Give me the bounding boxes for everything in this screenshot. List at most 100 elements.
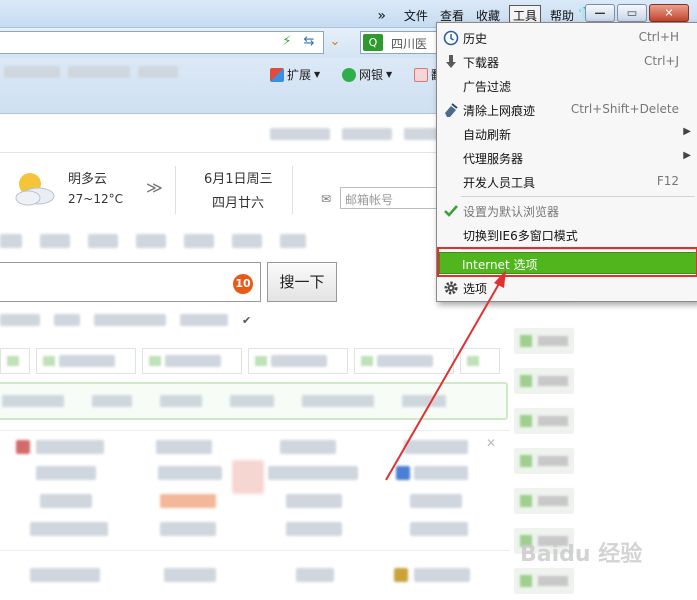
category-tab[interactable] — [280, 234, 306, 248]
category-tab[interactable] — [232, 234, 262, 248]
featured-link[interactable] — [302, 395, 374, 407]
hot-search-link[interactable] — [180, 314, 228, 326]
site-link[interactable] — [280, 440, 336, 454]
site-link[interactable] — [40, 494, 92, 508]
category-tab[interactable] — [184, 234, 214, 248]
sidebar-item[interactable] — [514, 488, 574, 514]
site-category[interactable] — [142, 348, 242, 374]
menu-item-history[interactable]: 历史 Ctrl+H — [437, 26, 697, 50]
sidebar-item[interactable] — [514, 448, 574, 474]
site-category[interactable] — [460, 348, 500, 374]
web-search-input[interactable] — [0, 262, 261, 302]
site-link[interactable] — [414, 466, 468, 480]
window-controls: — ▭ ✕ — [585, 4, 689, 22]
site-category[interactable] — [248, 348, 348, 374]
site-link[interactable] — [414, 568, 470, 582]
hot-search-link[interactable] — [94, 314, 166, 326]
extensions-button[interactable]: 扩展 ▼ — [270, 66, 320, 83]
hot-search-link[interactable] — [54, 314, 80, 326]
menu-item-label: 开发人员工具 — [463, 176, 536, 190]
menu-separator — [461, 196, 695, 197]
site-category[interactable] — [354, 348, 454, 374]
search-button[interactable]: 搜一下 — [267, 262, 337, 302]
sidebar-item[interactable] — [514, 568, 574, 594]
menu-overflow-button[interactable]: » — [374, 7, 387, 25]
email-account-field[interactable]: 邮箱帐号 — [340, 187, 440, 209]
site-link[interactable] — [410, 494, 462, 508]
chevron-down-icon: ▼ — [386, 70, 393, 79]
category-icon — [467, 356, 479, 366]
category-label — [165, 355, 221, 367]
sidebar-item-icon — [520, 335, 532, 347]
site-promo-image[interactable] — [232, 460, 264, 494]
featured-link[interactable] — [2, 395, 64, 407]
site-link[interactable] — [410, 522, 468, 536]
category-tab[interactable] — [88, 234, 118, 248]
category-tab[interactable] — [0, 234, 22, 248]
site-link[interactable] — [36, 440, 104, 454]
checkmark-icon — [444, 205, 458, 217]
site-link[interactable] — [286, 494, 342, 508]
hot-search-link[interactable] — [0, 314, 40, 326]
site-favicon — [394, 568, 408, 582]
featured-link[interactable] — [402, 395, 446, 407]
site-link[interactable] — [296, 568, 334, 582]
refresh-icon[interactable]: ⇆ — [300, 33, 318, 51]
favorite-item[interactable] — [68, 66, 130, 78]
menu-item-proxy-server[interactable]: 代理服务器 ▶ — [437, 146, 697, 170]
lightning-icon[interactable]: ⚡ — [278, 33, 296, 51]
site-link[interactable] — [36, 466, 96, 480]
sidebar-item-icon — [520, 455, 532, 467]
favorite-item[interactable] — [4, 66, 60, 78]
top-link[interactable] — [341, 128, 392, 140]
category-tab[interactable] — [40, 234, 70, 248]
sidebar-item[interactable] — [514, 408, 574, 434]
site-link[interactable] — [158, 466, 222, 480]
site-link[interactable] — [156, 440, 212, 454]
favorite-item[interactable] — [138, 66, 178, 78]
sidebar-item[interactable] — [514, 328, 574, 354]
site-link[interactable] — [30, 522, 108, 536]
menu-item-switch-ie6-mode[interactable]: 切换到IE6多窗口模式 — [437, 223, 697, 247]
menu-item-dev-tools[interactable]: 开发人员工具 F12 — [437, 170, 697, 194]
site-link[interactable] — [268, 466, 358, 480]
menu-item-ad-filter[interactable]: 广告过滤 — [437, 74, 697, 98]
site-category[interactable] — [36, 348, 136, 374]
weather-widget[interactable]: 明多云 27~12°C — [10, 166, 160, 214]
featured-link[interactable] — [230, 395, 274, 407]
sidebar-item[interactable] — [514, 368, 574, 394]
url-input[interactable] — [0, 31, 324, 54]
menu-item-set-default-browser: 设置为默认浏览器 — [437, 199, 697, 223]
date-gregorian: 6月1日周三 — [204, 172, 273, 187]
menu-item-label: 代理服务器 — [463, 152, 524, 166]
bank-button[interactable]: 网银 ▼ — [342, 66, 392, 83]
site-category[interactable] — [0, 348, 30, 374]
featured-link[interactable] — [160, 395, 202, 407]
weather-more-icon[interactable]: ≫ — [146, 178, 163, 197]
close-button[interactable]: ✕ — [649, 4, 689, 22]
menu-item-options[interactable]: 选项 — [437, 276, 697, 300]
menu-item-shortcut: F12 — [656, 174, 679, 188]
site-link[interactable] — [30, 568, 100, 582]
category-tab[interactable] — [136, 234, 166, 248]
menu-file[interactable]: 文件 — [401, 6, 431, 25]
site-link[interactable] — [160, 494, 216, 508]
site-link[interactable] — [286, 522, 342, 536]
search-engine-icon[interactable]: Q — [363, 34, 383, 51]
top-link[interactable] — [270, 128, 330, 140]
category-icon — [361, 356, 373, 366]
site-links-grid — [0, 434, 510, 600]
maximize-button[interactable]: ▭ — [617, 4, 647, 22]
minimize-button[interactable]: — — [585, 4, 615, 22]
featured-link[interactable] — [92, 395, 132, 407]
menu-item-clear-traces[interactable]: 清除上网痕迹 Ctrl+Shift+Delete — [437, 98, 697, 122]
menu-item-auto-refresh[interactable]: 自动刷新 ▶ — [437, 122, 697, 146]
hot-search-hints: ✔ — [0, 312, 251, 328]
menu-item-downloader[interactable]: 下载器 Ctrl+J — [437, 50, 697, 74]
site-link[interactable] — [404, 440, 468, 454]
site-link[interactable] — [160, 522, 216, 536]
dropdown-chevron-icon[interactable]: ⌄ — [326, 33, 344, 51]
site-link[interactable] — [164, 568, 216, 582]
search-value: 四川医 — [391, 37, 428, 51]
baidu-watermark: Baidu 经验 — [520, 542, 643, 567]
